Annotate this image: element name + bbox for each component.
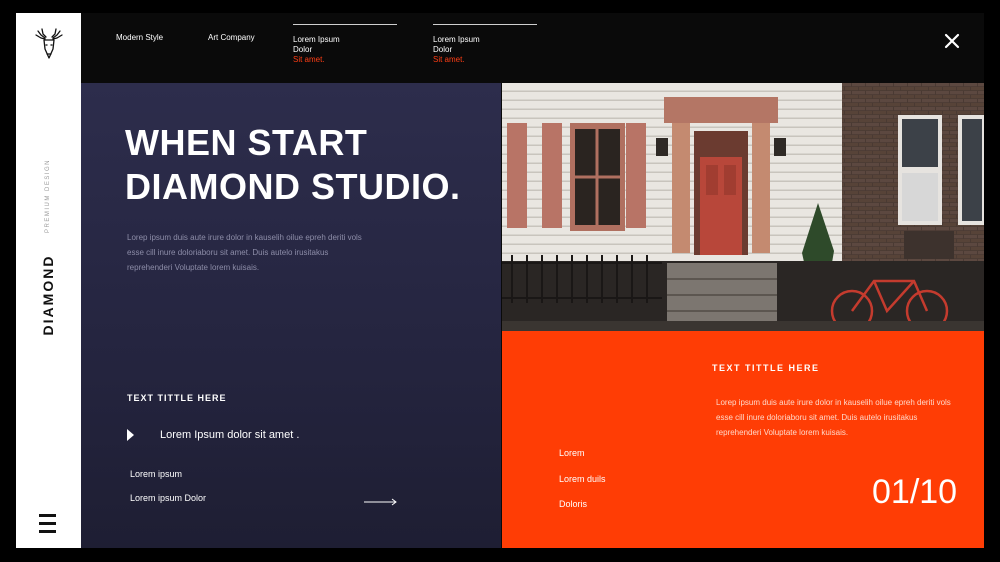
nav-group-accent: Sit amet. [433,55,465,64]
door-panel [724,165,736,195]
nav-group-line: Lorem Ipsum [433,35,480,44]
window-glass [902,173,938,221]
play-row[interactable]: Lorem Ipsum dolor sit amet . [127,429,299,441]
top-navigation: Modern Style Art Company Lorem Ipsum Dol… [81,13,984,83]
door-pediment [664,97,778,123]
shutter [542,123,562,228]
shutter [626,123,646,228]
house-photo [502,83,984,331]
nav-group-line: Dolor [293,45,313,54]
brand-subtitle: PREMIUM DESIGN [45,158,51,234]
lantern [774,138,786,156]
nav-group-1[interactable]: Lorem Ipsum Dolor Sit amet. [293,24,397,65]
vent-window [904,231,954,259]
info-panel: TEXT TITTLE HERE Lorep ipsum duis aute i… [502,331,984,548]
info-title: TEXT TITTLE HERE [712,363,820,373]
hero-headline: WHEN START DIAMOND STUDIO. [125,121,461,209]
nav-group-2[interactable]: Lorem Ipsum Dolor Sit amet. [433,24,537,65]
door-panel [706,165,718,195]
arrow-right-icon[interactable] [363,497,399,507]
deer-head-icon[interactable] [33,27,65,61]
menu-bar [39,530,56,533]
info-text: Lorep ipsum duis aute irure dolor in kau… [716,398,951,437]
headline-line: DIAMOND STUDIO. [125,166,461,207]
info-list-item: Lorem duils [559,474,606,484]
hero-panel: WHEN START DIAMOND STUDIO. Lorep ipsum d… [81,83,501,548]
menu-bar [39,514,56,517]
hero-sub-item: Lorem ipsum Dolor [130,493,207,503]
window-glass [962,119,982,221]
sidewalk [502,321,984,331]
headline-line: WHEN START [125,122,368,163]
lantern [656,138,668,156]
hamburger-menu-icon[interactable] [39,514,56,533]
stone-steps [667,263,777,321]
door-pillar [672,123,690,253]
play-icon[interactable] [127,429,134,441]
door-pillar [752,123,770,253]
info-list-item: Lorem [559,448,585,458]
hero-section-title: TEXT TITTLE HERE [127,393,227,403]
shutter [507,123,527,228]
window-glass [902,119,938,167]
sidebar: PREMIUM DESIGN DIAMOND [16,13,81,548]
hero-sub-item: Lorem ipsum [130,469,183,479]
brand-name: DIAMOND [40,254,56,336]
close-icon[interactable] [944,33,960,49]
nav-group-accent: Sit amet. [293,55,325,64]
menu-bar [39,522,56,525]
nav-group-line: Dolor [433,45,453,54]
info-list-item: Doloris [559,499,588,509]
slide-counter: 01/10 [872,473,958,511]
nav-group-line: Lorem Ipsum [293,35,340,44]
play-text: Lorem Ipsum dolor sit amet . [160,429,300,441]
hero-intro-text: Lorep ipsum duis aute irure dolor in kau… [127,233,362,272]
nav-item-art-company[interactable]: Art Company [208,33,255,42]
slide-frame: PREMIUM DESIGN DIAMOND Modern Style Art … [16,13,984,548]
nav-item-modern-style[interactable]: Modern Style [116,33,163,42]
